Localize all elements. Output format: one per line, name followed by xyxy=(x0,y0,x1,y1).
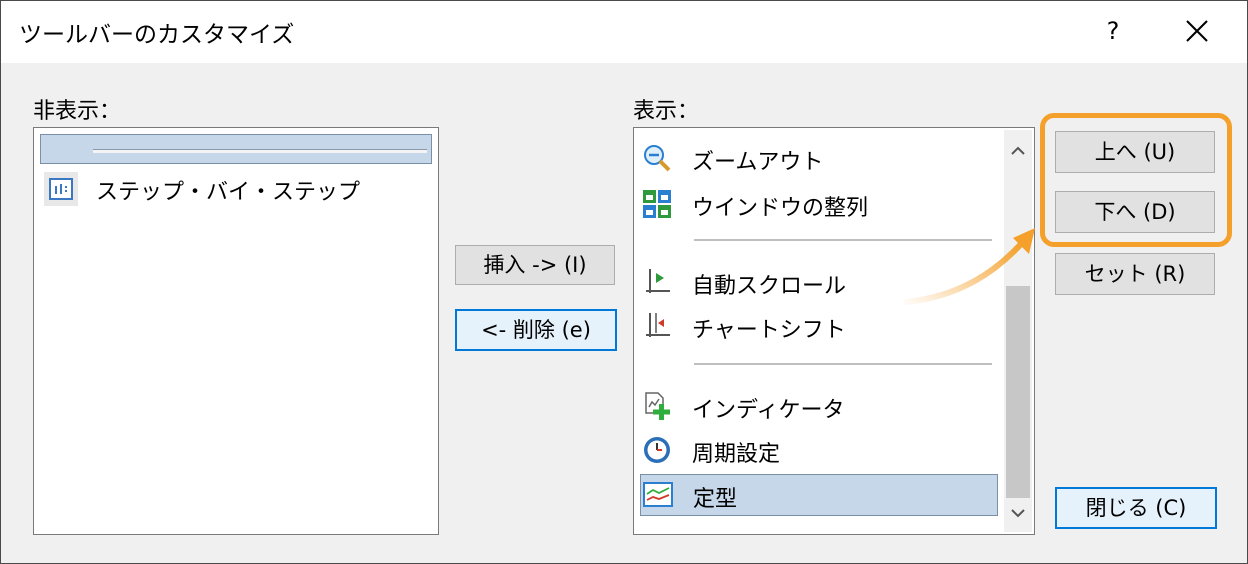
indicator-add-icon xyxy=(642,391,672,421)
shown-items-list[interactable]: ズームアウト ウインドウの整列 自動スクロール チャートシフト インディケータ … xyxy=(633,127,1035,535)
list-item-label: チャートシフト xyxy=(692,318,846,343)
list-item-indicator[interactable]: インディケータ xyxy=(634,386,1000,426)
list-item-template-selected[interactable]: 定型 xyxy=(640,474,998,516)
list-item-label: ズームアウト xyxy=(692,150,824,175)
annotation-arrow-icon xyxy=(904,228,1035,305)
remove-button[interactable]: <- 削除 (e) xyxy=(455,309,617,351)
close-button[interactable]: 閉じる (C) xyxy=(1055,487,1217,529)
close-icon[interactable] xyxy=(1177,11,1217,51)
vertical-scrollbar[interactable] xyxy=(1004,130,1032,532)
scroll-up-icon[interactable] xyxy=(1004,130,1032,170)
dialog-title: ツールバーのカスタマイズ xyxy=(19,22,295,48)
list-item-period-settings[interactable]: 周期設定 xyxy=(634,430,1000,470)
insert-button[interactable]: 挿入 -> (I) xyxy=(455,245,615,285)
scroll-thumb[interactable] xyxy=(1006,286,1030,498)
list-item-label: 周期設定 xyxy=(692,442,781,467)
chart-shift-icon xyxy=(642,311,672,341)
scroll-down-icon[interactable] xyxy=(1004,498,1032,532)
hidden-separator-item[interactable] xyxy=(40,134,432,164)
list-item-zoom-out[interactable]: ズームアウト xyxy=(634,138,1000,178)
hidden-items-list[interactable]: ステップ・バイ・ステップ xyxy=(33,127,439,535)
template-icon xyxy=(643,480,673,510)
auto-scroll-icon xyxy=(642,267,672,297)
clock-icon xyxy=(642,435,672,465)
list-separator xyxy=(694,363,992,365)
help-button[interactable]: ? xyxy=(1095,11,1131,51)
tile-windows-icon xyxy=(642,189,672,219)
separator-icon xyxy=(93,149,427,153)
customize-toolbar-dialog: ツールバーのカスタマイズ ? 非表示： ステップ・バイ・ステップ 挿入 -> (… xyxy=(0,0,1248,564)
list-item-label: 自動スクロール xyxy=(692,274,847,299)
reset-button[interactable]: セット (R) xyxy=(1055,253,1215,295)
list-item-label: ウインドウの整列 xyxy=(692,196,869,221)
step-icon xyxy=(44,172,78,206)
list-item-label: 定型 xyxy=(693,487,738,512)
list-item-label: ステップ・バイ・ステップ xyxy=(96,180,361,205)
list-item[interactable]: ステップ・バイ・ステップ xyxy=(40,168,432,208)
zoom-out-icon xyxy=(642,143,672,173)
title-bar: ツールバーのカスタマイズ ? xyxy=(1,1,1247,63)
list-item-label: インディケータ xyxy=(692,398,845,423)
hidden-list-label: 非表示： xyxy=(33,99,122,124)
annotation-highlight-box xyxy=(1040,113,1232,247)
shown-list-label: 表示： xyxy=(633,99,700,124)
